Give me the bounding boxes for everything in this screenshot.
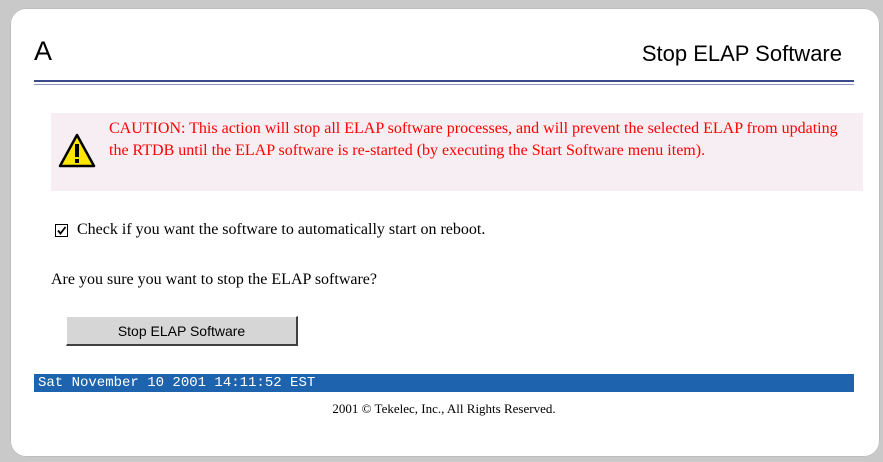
page-title: Stop ELAP Software: [641, 41, 842, 66]
page-header: A Stop ELAP Software: [34, 36, 854, 78]
stop-elap-button[interactable]: Stop ELAP Software: [66, 316, 298, 346]
server-indicator: A: [34, 36, 53, 66]
confirm-question: Are you sure you want to stop the ELAP s…: [51, 271, 377, 288]
autostart-label: Check if you want the software to automa…: [77, 221, 486, 238]
status-bar: Sat November 10 2001 14:11:52 EST: [34, 374, 854, 392]
header-divider-thin: [34, 84, 854, 85]
warning-icon: [58, 133, 96, 169]
autostart-row: Check if you want the software to automa…: [55, 221, 485, 239]
autostart-checkbox[interactable]: [55, 223, 68, 237]
status-datetime: Sat November 10 2001 14:11:52 EST: [38, 375, 316, 391]
caution-message: CAUTION: This action will stop all ELAP …: [109, 120, 838, 159]
caution-box: CAUTION: This action will stop all ELAP …: [51, 113, 863, 191]
header-divider: [34, 80, 854, 82]
copyright-footer: 2001 © Tekelec, Inc., All Rights Reserve…: [332, 401, 556, 416]
